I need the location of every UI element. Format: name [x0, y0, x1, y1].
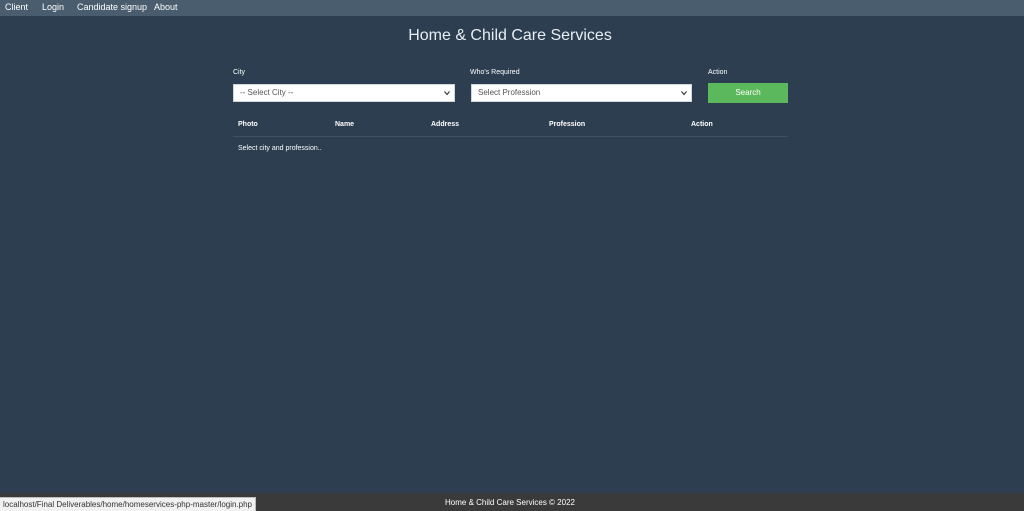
- action-label: Action: [708, 69, 728, 76]
- column-header-photo: Photo: [238, 121, 258, 128]
- status-bar-url: localhost/Final Deliverables/home/homese…: [0, 497, 257, 511]
- empty-results-message: Select city and profession..: [238, 145, 322, 152]
- top-nav: Client Login Candidate signup About: [0, 0, 1024, 16]
- column-header-address: Address: [431, 121, 460, 128]
- search-button[interactable]: Search: [708, 83, 788, 103]
- city-select[interactable]: -- Select City --: [233, 84, 455, 102]
- chevron-down-icon: [444, 91, 450, 96]
- column-header-profession: Profession: [549, 121, 586, 128]
- nav-link-candidate-signup[interactable]: Candidate signup: [77, 1, 147, 13]
- column-header-name: Name: [335, 121, 355, 128]
- chevron-down-icon: [681, 91, 687, 96]
- city-label: City: [233, 69, 246, 76]
- nav-link-client[interactable]: Client: [5, 1, 28, 13]
- profession-select[interactable]: Select Profession: [471, 84, 692, 102]
- profession-select-value: Select Profession: [478, 88, 541, 97]
- page-title: Home & Child Care Services: [408, 27, 612, 44]
- profession-label: Who's Required: [470, 69, 520, 76]
- column-header-action: Action: [691, 121, 713, 128]
- table-divider: [233, 136, 788, 137]
- nav-link-about[interactable]: About: [154, 1, 178, 13]
- nav-link-login[interactable]: Login: [42, 1, 64, 13]
- city-select-value: -- Select City --: [240, 88, 294, 97]
- page: Client Login Candidate signup About Home…: [0, 0, 1024, 511]
